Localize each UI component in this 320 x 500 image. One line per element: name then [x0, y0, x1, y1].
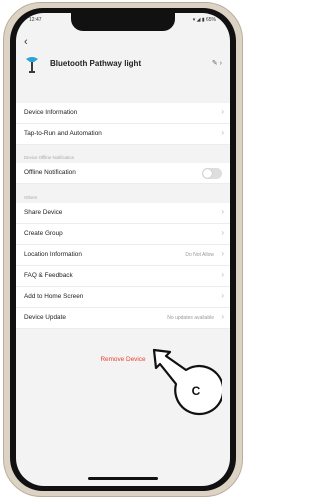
row-label: Tap-to-Run and Automation [24, 130, 102, 137]
offline-toggle[interactable] [202, 168, 222, 179]
row-value: No updates available [167, 315, 214, 321]
row-label: Device Information [24, 109, 78, 116]
phone-frame: 12:47 ▾ ◢ ▮ 65% ‹ Bluetooth Pathway ligh… [3, 2, 243, 497]
row-share-device[interactable]: Share Device › [16, 203, 230, 224]
row-add-to-home-screen[interactable]: Add to Home Screen › [16, 287, 230, 308]
pencil-icon[interactable]: ✎ › [212, 59, 222, 67]
row-label: FAQ & Feedback [24, 272, 73, 279]
chevron-right-icon: › [221, 107, 224, 116]
chevron-right-icon: › [221, 249, 224, 258]
row-location-information[interactable]: Location Information Do Not Allow › [16, 245, 230, 266]
row-label: Location Information [24, 251, 82, 258]
chevron-right-icon: › [221, 270, 224, 279]
row-device-update[interactable]: Device Update No updates available › [16, 308, 230, 329]
notch [71, 13, 175, 31]
row-value: Do Not Allow [185, 252, 214, 258]
arrow-pointer-icon [152, 348, 222, 416]
row-label: Create Group [24, 230, 63, 237]
lamp-icon [26, 57, 38, 73]
row-create-group[interactable]: Create Group › [16, 224, 230, 245]
row-device-information[interactable]: Device Information › [16, 103, 230, 124]
device-name: Bluetooth Pathway light [50, 59, 142, 68]
chevron-right-icon: › [221, 312, 224, 321]
device-header: Bluetooth Pathway light ✎ › [16, 52, 230, 78]
row-label: Add to Home Screen [24, 293, 84, 300]
pointer-callout: C [152, 348, 222, 416]
status-indicators: ▾ ◢ ▮ 65% [192, 17, 216, 23]
row-offline-notification: Offline Notification [16, 163, 230, 184]
phone-bezel: 12:47 ▾ ◢ ▮ 65% ‹ Bluetooth Pathway ligh… [10, 8, 236, 491]
row-faq-feedback[interactable]: FAQ & Feedback › [16, 266, 230, 287]
row-label: Device Update [24, 314, 66, 321]
callout-letter: C [192, 384, 201, 398]
section-others-header: Others [24, 195, 38, 200]
section-offline-header: Device Offline Notification [24, 155, 75, 160]
row-label: Share Device [24, 209, 63, 216]
back-icon[interactable]: ‹ [24, 37, 28, 48]
status-time: 12:47 [29, 17, 42, 23]
row-tap-to-run[interactable]: Tap-to-Run and Automation › [16, 124, 230, 145]
chevron-right-icon: › [221, 228, 224, 237]
chevron-right-icon: › [221, 128, 224, 137]
chevron-right-icon: › [221, 291, 224, 300]
chevron-right-icon: › [221, 207, 224, 216]
home-indicator [88, 477, 158, 480]
row-label: Offline Notification [24, 169, 76, 176]
